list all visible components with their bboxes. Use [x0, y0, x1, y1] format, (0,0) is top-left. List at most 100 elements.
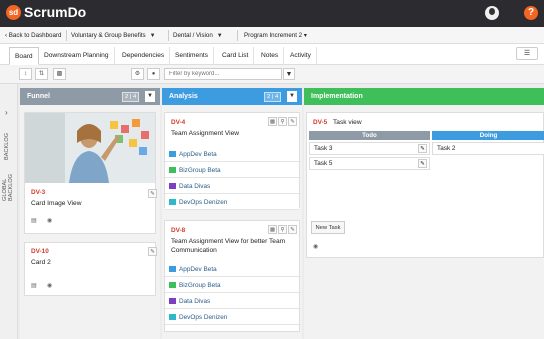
subcolumn-todo-header: Todo — [309, 131, 430, 140]
card-id[interactable]: DV-8 — [171, 227, 185, 234]
card[interactable]: DV-8 Team Assignment View for better Tea… — [164, 220, 300, 332]
column-header: Funnel 2 | 4 ▼ — [20, 88, 160, 105]
edit-icon[interactable]: ✎ — [288, 225, 297, 234]
chart-icon[interactable]: ▩ — [268, 225, 277, 234]
sort-icon[interactable]: ↕ — [19, 68, 32, 80]
increment-selector[interactable]: Program Increment 2 ▾ — [244, 27, 307, 44]
app-name[interactable]: ScrumDo — [24, 4, 86, 20]
card-image — [25, 113, 155, 183]
card[interactable]: DV-5 Task view Todo Doing Task 3 ✎ Task 5… — [306, 112, 544, 258]
team-icon — [169, 151, 176, 157]
team-icon — [169, 199, 176, 205]
wip-limit: 2 | 4 — [122, 92, 140, 102]
chevron-down-icon[interactable]: ▼ — [287, 91, 297, 102]
column-header: Implementation — [304, 88, 544, 105]
column-title: Funnel — [27, 93, 50, 100]
column-title: Analysis — [169, 93, 198, 100]
column-title: Implementation — [311, 93, 363, 100]
comment-icon[interactable]: ◉ — [47, 282, 52, 289]
gear-icon[interactable]: ⚙ — [131, 68, 144, 80]
chevron-right-icon[interactable]: › — [5, 108, 8, 117]
search-input[interactable] — [164, 68, 282, 80]
tab-dependencies[interactable]: Dependencies — [117, 47, 171, 65]
edit-icon[interactable]: ✎ — [288, 117, 297, 126]
card-title: Task view — [333, 119, 362, 126]
project-selector[interactable]: Voluntary & Group Benefits ▼ — [71, 27, 156, 44]
chart-icon[interactable]: ▩ — [268, 117, 277, 126]
team-assignment[interactable]: DevOps Denizen — [165, 311, 299, 325]
column-analysis: Analysis 2 | 4 ▼ DV-4 Team Assignment Vi… — [162, 88, 302, 339]
subcolumn-doing-header: Doing — [432, 131, 544, 140]
team-assignment[interactable]: BizGroup Beta — [165, 279, 299, 293]
team-assignment[interactable]: BizGroup Beta — [165, 164, 299, 178]
card-title: Card Image View — [31, 200, 82, 207]
tab-card-list[interactable]: Card List — [217, 47, 255, 65]
user-icon[interactable]: ● — [147, 68, 160, 80]
team-icon — [169, 298, 176, 304]
task-item[interactable]: Task 3 ✎ — [309, 142, 430, 155]
backlog-label[interactable]: BACKLOG — [4, 133, 10, 160]
help-button[interactable]: ? — [524, 6, 538, 20]
task-item[interactable]: Task 5 ✎ — [309, 157, 430, 170]
comment-icon[interactable]: ◉ — [313, 243, 318, 250]
edit-icon[interactable]: ✎ — [418, 144, 427, 153]
comment-icon[interactable]: ◉ — [47, 217, 52, 224]
column-funnel: Funnel 2 | 4 ▼ DV-3 Card Image View ✎ ▤ … — [20, 88, 160, 339]
team-icon — [169, 314, 176, 320]
team-assignment[interactable]: AppDev Beta — [165, 148, 299, 162]
chat-icon[interactable]: ☰ — [516, 47, 538, 60]
backlog-sidebar[interactable]: › BACKLOG GLOBAL BACKLOG — [0, 84, 18, 339]
team-assignment[interactable]: AppDev Beta — [165, 263, 299, 277]
card-id[interactable]: DV-4 — [171, 119, 185, 126]
task-item[interactable]: Task 2 — [432, 142, 544, 155]
edit-icon[interactable]: ✎ — [147, 189, 157, 198]
column-header: Analysis 2 | 4 ▼ — [162, 88, 302, 105]
board-tabs: Board Downstream Planning Dependencies S… — [0, 44, 544, 65]
search-icon[interactable]: ⚲ — [278, 225, 287, 234]
team-icon — [169, 266, 176, 272]
edit-icon[interactable]: ✎ — [147, 247, 157, 256]
team-selector[interactable]: Dental / Vision ▼ — [173, 27, 223, 44]
tab-sentiments[interactable]: Sentiments — [170, 47, 214, 65]
breadcrumb: ‹ Back to Dashboard Voluntary & Group Be… — [0, 27, 544, 44]
filter-icon[interactable]: ▼ — [283, 68, 295, 80]
clipboard-icon[interactable]: ▤ — [31, 282, 37, 289]
search-icon[interactable]: ⚲ — [278, 117, 287, 126]
team-assignment[interactable]: Data Divas — [165, 180, 299, 194]
chevron-down-icon: ▼ — [149, 33, 156, 39]
global-backlog-label[interactable]: GLOBAL BACKLOG — [2, 161, 14, 201]
back-to-dashboard-link[interactable]: ‹ Back to Dashboard — [5, 27, 61, 44]
new-task-button[interactable]: New Task — [311, 221, 345, 234]
tab-notes[interactable]: Notes — [256, 47, 285, 65]
team-assignment[interactable]: Data Divas — [165, 295, 299, 309]
chevron-down-icon[interactable]: ▼ — [145, 91, 155, 102]
tab-downstream-planning[interactable]: Downstream Planning — [39, 47, 115, 65]
team-icon — [169, 167, 176, 173]
scrumdo-logo-icon[interactable]: sd — [6, 5, 21, 20]
tab-activity[interactable]: Activity — [285, 47, 317, 65]
user-avatar[interactable] — [485, 6, 499, 20]
clipboard-icon[interactable]: ▤ — [31, 217, 37, 224]
wip-limit: 2 | 4 — [264, 92, 282, 102]
card[interactable]: DV-3 Card Image View ✎ ▤ ◉ — [24, 112, 157, 234]
chart-icon[interactable]: ▩ — [53, 68, 66, 80]
card-title: Team Assignment View for better Team Com… — [171, 238, 286, 254]
column-implementation: Implementation DV-5 Task view Todo Doing… — [304, 88, 544, 339]
team-icon — [169, 282, 176, 288]
board-toolbar: ↕ ⇅ ▩ ⚙ ● ▼ — [0, 65, 544, 84]
team-assignment[interactable]: DevOps Denizen — [165, 196, 299, 210]
chevron-down-icon: ▼ — [216, 33, 223, 39]
card-id[interactable]: DV-3 — [31, 189, 45, 196]
card-title: Card 2 — [31, 259, 51, 266]
edit-icon[interactable]: ✎ — [418, 159, 427, 168]
card[interactable]: DV-10 Card 2 ✎ ▤ ◉ — [24, 242, 157, 296]
card-title: Team Assignment View — [171, 130, 240, 137]
card-id[interactable]: DV-5 — [313, 119, 327, 126]
tab-board[interactable]: Board — [9, 47, 39, 65]
sort-numeric-icon[interactable]: ⇅ — [35, 68, 48, 80]
top-bar: sd ScrumDo ? — [0, 0, 544, 27]
card-id[interactable]: DV-10 — [31, 248, 49, 255]
board: Funnel 2 | 4 ▼ DV-3 Card Image View ✎ ▤ … — [18, 84, 544, 339]
card[interactable]: DV-4 Team Assignment View ▩ ⚲ ✎ AppDev Bet… — [164, 112, 300, 210]
team-icon — [169, 183, 176, 189]
